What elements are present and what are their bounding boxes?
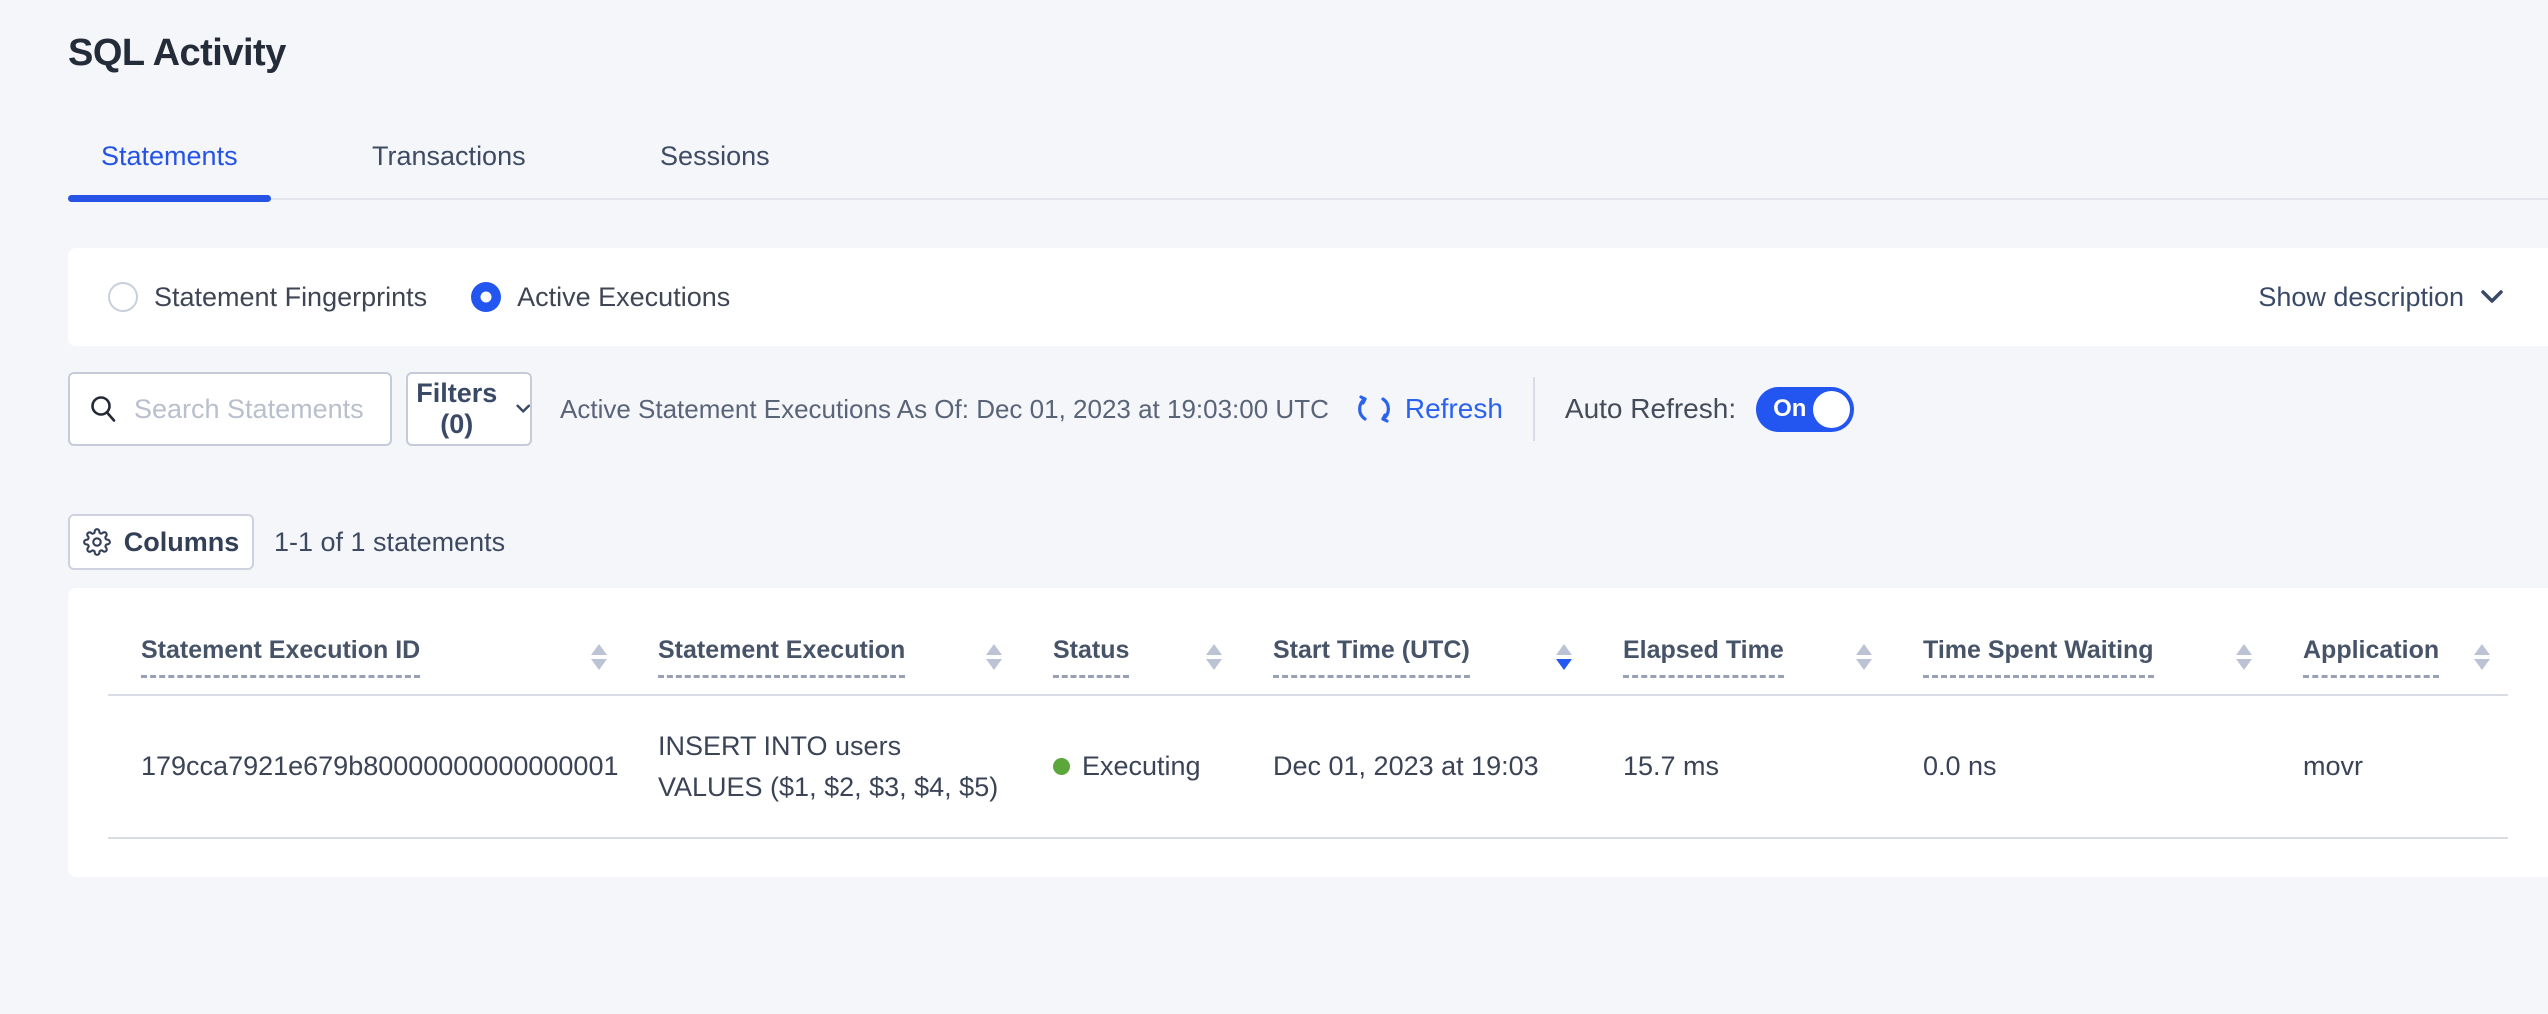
cell-time-spent-waiting: 0.0 ns (1890, 695, 2270, 838)
search-icon (88, 394, 118, 424)
tab-statements[interactable]: Statements (68, 141, 271, 200)
columns-button[interactable]: Columns (68, 514, 254, 570)
radio-label: Active Executions (517, 282, 730, 313)
columns-button-label: Columns (124, 527, 240, 558)
column-header-label: Status (1053, 636, 1129, 678)
cell-execution-id: 179cca7921e679b80000000000000001 (108, 695, 625, 838)
table-header-row: Statement Execution ID Statement Executi… (108, 588, 2508, 695)
column-header-label: Elapsed Time (1623, 636, 1784, 678)
column-header-time-spent-waiting[interactable]: Time Spent Waiting (1923, 636, 2270, 678)
refresh-button[interactable]: Refresh (1355, 390, 1503, 428)
auto-refresh-toggle[interactable]: On (1756, 387, 1854, 432)
table-toolbar: Columns 1-1 of 1 statements (68, 514, 2548, 570)
search-input[interactable]: Search Statements (68, 372, 392, 446)
sort-icon[interactable] (591, 644, 607, 670)
search-placeholder: Search Statements (134, 394, 364, 425)
cell-elapsed-time: 15.7 ms (1590, 695, 1890, 838)
toggle-knob (1813, 391, 1850, 428)
table-row[interactable]: 179cca7921e679b80000000000000001 INSERT … (108, 695, 2508, 838)
filters-button[interactable]: Filters (0) (406, 372, 532, 446)
refresh-button-label: Refresh (1405, 393, 1503, 425)
column-header-label: Application (2303, 636, 2439, 678)
radio-circle-icon[interactable] (108, 282, 138, 312)
column-header-application[interactable]: Application (2303, 636, 2508, 678)
active-executions-table: Statement Execution ID Statement Executi… (108, 588, 2508, 839)
page-title: SQL Activity (68, 32, 2548, 75)
statements-table-card: Statement Execution ID Statement Executi… (68, 588, 2548, 877)
sort-icon[interactable] (986, 644, 1002, 670)
auto-refresh-toggle-state: On (1773, 395, 1806, 423)
sort-icon[interactable] (1206, 644, 1222, 670)
tab-sessions[interactable]: Sessions (627, 141, 803, 200)
show-description-toggle[interactable]: Show description (2258, 282, 2504, 313)
column-header-elapsed-time[interactable]: Elapsed Time (1623, 636, 1890, 678)
chevron-down-icon (516, 403, 530, 415)
cell-statement: INSERT INTO users VALUES ($1, $2, $3, $4… (625, 695, 1020, 838)
tab-transactions[interactable]: Transactions (339, 141, 559, 200)
toolbar-divider (1533, 377, 1535, 441)
column-header-start-time[interactable]: Start Time (UTC) (1273, 636, 1590, 678)
cell-start-time: Dec 01, 2023 at 19:03 (1240, 695, 1590, 838)
column-header-status[interactable]: Status (1053, 636, 1240, 678)
radio-statement-fingerprints[interactable]: Statement Fingerprints (108, 282, 427, 313)
sort-icon[interactable] (1556, 644, 1572, 670)
column-header-label: Statement Execution (658, 636, 905, 678)
statements-toolbar: Search Statements Filters (0) Active Sta… (68, 372, 2548, 446)
sort-icon[interactable] (2236, 644, 2252, 670)
radio-circle-icon[interactable] (471, 282, 501, 312)
radio-active-executions[interactable]: Active Executions (471, 282, 730, 313)
refresh-icon (1355, 390, 1393, 428)
radio-label: Statement Fingerprints (154, 282, 427, 313)
show-description-label: Show description (2258, 282, 2464, 313)
gear-icon (83, 528, 111, 556)
column-header-label: Time Spent Waiting (1923, 636, 2154, 678)
chevron-down-icon (2480, 289, 2504, 305)
results-count: 1-1 of 1 statements (274, 527, 505, 558)
column-header-label: Start Time (UTC) (1273, 636, 1470, 678)
column-header-label: Statement Execution ID (141, 636, 420, 678)
status-badge: Executing (1082, 746, 1201, 787)
auto-refresh-label: Auto Refresh: (1565, 393, 1736, 425)
filters-button-label: Filters (0) (408, 378, 506, 440)
status-executing-dot-icon (1053, 758, 1070, 775)
cell-application: movr (2270, 695, 2508, 838)
view-mode-radio-group: Statement Fingerprints Active Executions (108, 282, 730, 313)
as-of-timestamp: Active Statement Executions As Of: Dec 0… (560, 394, 1329, 425)
view-mode-card: Statement Fingerprints Active Executions… (68, 248, 2548, 346)
column-header-statement-execution-id[interactable]: Statement Execution ID (141, 636, 625, 678)
sort-icon[interactable] (1856, 644, 1872, 670)
tab-bar: Statements Transactions Sessions (68, 141, 2548, 200)
sql-activity-page: SQL Activity Statements Transactions Ses… (0, 32, 2548, 877)
cell-status: Executing (1020, 695, 1240, 838)
column-header-statement-execution[interactable]: Statement Execution (658, 636, 1020, 678)
sort-icon[interactable] (2474, 644, 2490, 670)
